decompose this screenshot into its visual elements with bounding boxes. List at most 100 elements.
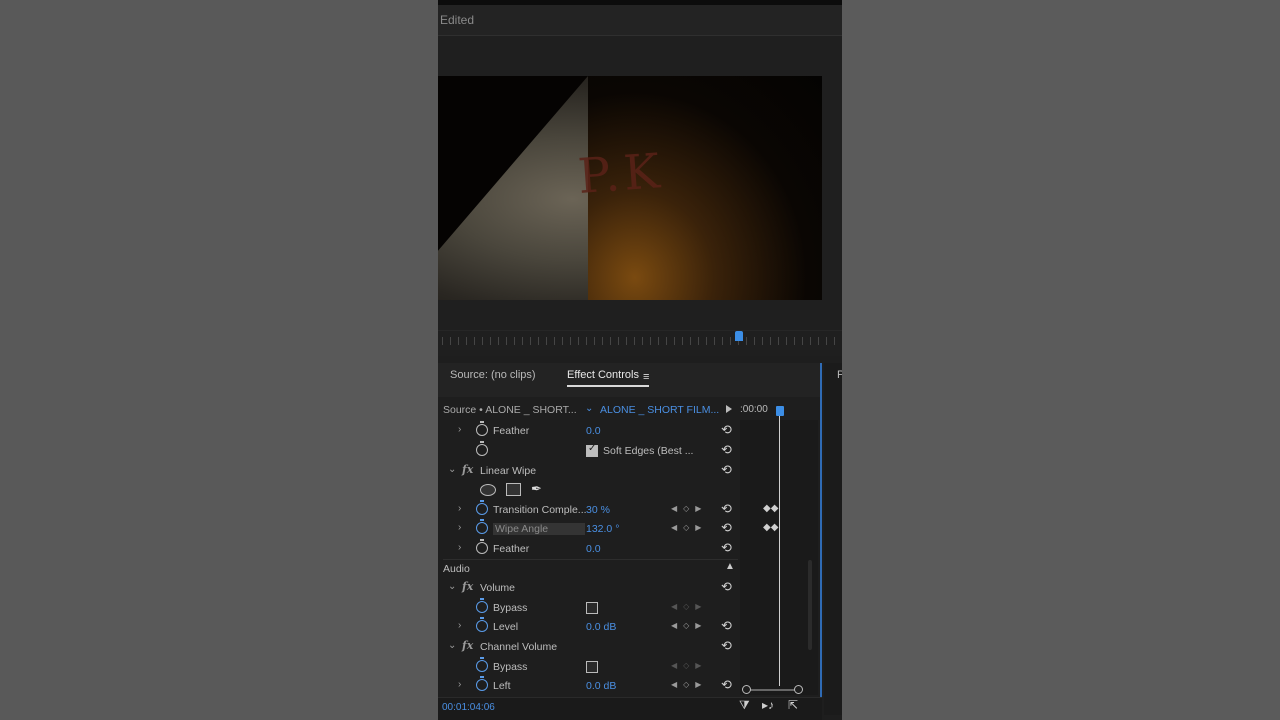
- video-wall-letters: P.K: [576, 143, 666, 205]
- param-row-soft-edges: Soft Edges (Best ... ⟲: [438, 441, 738, 461]
- play-audio-icon[interactable]: ▸♪: [762, 698, 774, 712]
- param-value[interactable]: 0.0: [586, 543, 601, 555]
- panel-menu-icon[interactable]: ≡: [643, 371, 649, 383]
- param-value[interactable]: 30 %: [586, 504, 610, 516]
- effect-channel-volume[interactable]: ⌄ fx Channel Volume ⟲: [438, 638, 738, 657]
- keyframe-transition[interactable]: ◆◆: [763, 503, 778, 514]
- param-label: Wipe Angle: [493, 523, 585, 535]
- rectangle-mask-icon[interactable]: [506, 483, 521, 496]
- param-value[interactable]: 0.0: [586, 425, 601, 437]
- param-row-transition-completion: › Transition Comple... 30 % ◀◇▶ ⟲: [438, 500, 738, 520]
- zoom-handle-left[interactable]: [742, 685, 751, 694]
- collapse-icon[interactable]: ⌄: [448, 581, 456, 592]
- bypass-checkbox[interactable]: [586, 602, 598, 614]
- backdrop-right: [842, 0, 1280, 720]
- play-only-clip-icon[interactable]: [726, 405, 732, 413]
- ec-playhead[interactable]: [776, 406, 784, 416]
- stopwatch-icon[interactable]: [476, 441, 488, 456]
- bypass-checkbox[interactable]: [586, 661, 598, 673]
- ruler-ticks: [442, 337, 840, 345]
- current-timecode[interactable]: 00:01:04:06: [442, 702, 495, 713]
- filter-icon[interactable]: ⧩: [739, 698, 750, 713]
- audio-section-header: Audio ▲: [443, 559, 738, 578]
- keyframe-navigator[interactable]: ◀◇▶: [671, 621, 707, 630]
- expand-icon[interactable]: ›: [458, 522, 461, 533]
- keyframe-navigator[interactable]: ◀◇▶: [671, 504, 707, 513]
- zoom-scrollbar[interactable]: [744, 689, 800, 691]
- expand-icon[interactable]: ›: [458, 542, 461, 553]
- reset-icon[interactable]: ⟲: [721, 422, 732, 438]
- reset-icon[interactable]: ⟲: [721, 520, 732, 536]
- keyframe-navigator[interactable]: ◀◇▶: [671, 602, 707, 611]
- audio-label: Audio: [443, 563, 470, 575]
- reset-icon[interactable]: ⟲: [721, 579, 732, 595]
- adjacent-panel-label: P: [837, 369, 842, 381]
- soft-edges-checkbox[interactable]: [586, 443, 598, 457]
- stopwatch-icon[interactable]: [476, 676, 488, 691]
- monitor-playhead[interactable]: [735, 331, 743, 341]
- pen-mask-icon[interactable]: ✒: [531, 481, 542, 497]
- param-label: Level: [493, 621, 519, 633]
- reset-icon[interactable]: ⟲: [721, 442, 732, 458]
- clip-selector[interactable]: ALONE _ SHORT FILM...: [600, 404, 719, 416]
- clip-dropdown-icon[interactable]: ⌄: [585, 403, 593, 414]
- keyframe-navigator[interactable]: ◀◇▶: [671, 680, 707, 689]
- reset-icon[interactable]: ⟲: [721, 540, 732, 556]
- stopwatch-icon[interactable]: [476, 421, 488, 436]
- video-frame[interactable]: P.K: [438, 76, 822, 300]
- collapse-icon[interactable]: ⌄: [448, 464, 456, 475]
- window-title: Edited: [440, 13, 475, 27]
- stopwatch-icon[interactable]: [476, 500, 488, 515]
- effect-name: Linear Wipe: [480, 465, 537, 477]
- param-label: Left: [493, 680, 511, 692]
- mask-tools: ✒: [480, 481, 560, 497]
- stopwatch-icon[interactable]: [476, 519, 488, 534]
- effect-volume[interactable]: ⌄ fx Volume ⟲: [438, 579, 738, 598]
- collapse-icon[interactable]: ⌄: [448, 640, 456, 651]
- collapse-up-icon[interactable]: ▲: [725, 561, 735, 572]
- effect-name: Channel Volume: [480, 641, 558, 653]
- param-row-level: › Level 0.0 dB ◀◇▶ ⟲: [438, 617, 738, 637]
- fx-icon[interactable]: fx: [462, 639, 473, 652]
- soft-edges-label: Soft Edges (Best ...: [603, 445, 694, 457]
- export-icon[interactable]: ⇱: [788, 698, 798, 712]
- stopwatch-icon[interactable]: [476, 598, 488, 613]
- param-label: Bypass: [493, 661, 528, 673]
- keyframe-wipe-angle[interactable]: ◆◆: [763, 522, 778, 533]
- stopwatch-icon[interactable]: [476, 539, 488, 554]
- param-row-wipe-angle: › Wipe Angle 132.0 ° ◀◇▶ ⟲: [438, 519, 738, 539]
- param-value[interactable]: 0.0 dB: [586, 680, 616, 692]
- keyframe-navigator[interactable]: ◀◇▶: [671, 523, 707, 532]
- monitor-timeline-ruler[interactable]: [438, 330, 842, 349]
- panel-focus-border: [820, 363, 822, 715]
- fx-icon[interactable]: fx: [462, 580, 473, 593]
- window-title-bar: Edited: [438, 5, 842, 36]
- expand-icon[interactable]: ›: [458, 424, 461, 435]
- tab-effect-controls[interactable]: Effect Controls: [567, 369, 649, 387]
- source-clip-row: Source • ALONE _ SHORT... ⌄ ALONE _ SHOR…: [443, 403, 743, 420]
- param-value[interactable]: 0.0 dB: [586, 621, 616, 633]
- param-label: Feather: [493, 425, 530, 437]
- zoom-handle-right[interactable]: [794, 685, 803, 694]
- reset-icon[interactable]: ⟲: [721, 638, 732, 654]
- param-label: Bypass: [493, 602, 528, 614]
- expand-icon[interactable]: ›: [458, 620, 461, 631]
- ellipse-mask-icon[interactable]: [480, 484, 496, 496]
- vertical-scrollbar[interactable]: [808, 560, 812, 650]
- stopwatch-icon[interactable]: [476, 617, 488, 632]
- source-label: Source • ALONE _ SHORT...: [443, 404, 577, 416]
- reset-icon[interactable]: ⟲: [721, 677, 732, 693]
- fx-icon[interactable]: fx: [462, 463, 473, 476]
- ec-playhead-line: [779, 412, 780, 686]
- backdrop-left: [0, 0, 438, 720]
- tab-source[interactable]: Source: (no clips): [450, 369, 536, 381]
- keyframe-navigator[interactable]: ◀◇▶: [671, 661, 707, 670]
- expand-icon[interactable]: ›: [458, 503, 461, 514]
- expand-icon[interactable]: ›: [458, 679, 461, 690]
- reset-icon[interactable]: ⟲: [721, 462, 732, 478]
- stopwatch-icon[interactable]: [476, 657, 488, 672]
- param-value[interactable]: 132.0 °: [586, 523, 619, 535]
- reset-icon[interactable]: ⟲: [721, 618, 732, 634]
- effect-linear-wipe[interactable]: ⌄ fx Linear Wipe ⟲: [438, 462, 738, 481]
- reset-icon[interactable]: ⟲: [721, 501, 732, 517]
